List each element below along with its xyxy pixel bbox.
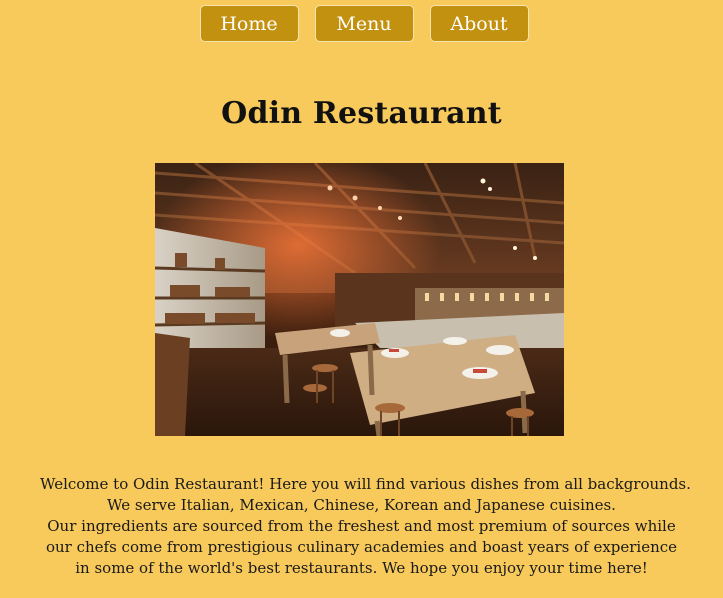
nav-menu-button[interactable]: Menu: [314, 5, 414, 42]
page-title: Odin Restaurant: [221, 96, 502, 131]
restaurant-interior-image: [155, 163, 564, 436]
intro-line: Welcome to Odin Restaurant! Here you wil…: [40, 475, 691, 493]
intro-line: in some of the world's best restaurants.…: [75, 559, 648, 577]
intro-line: We serve Italian, Mexican, Chinese, Kore…: [107, 496, 616, 514]
intro-text: Welcome to Odin Restaurant! Here you wil…: [40, 474, 691, 579]
nav-home-button[interactable]: Home: [199, 5, 299, 42]
nav-about-button[interactable]: About: [429, 5, 529, 42]
main-nav: Home Menu About: [0, 5, 723, 42]
intro-line: our chefs come from prestigious culinary…: [45, 538, 678, 556]
intro-line: Our ingredients are sourced from the fre…: [47, 517, 676, 535]
